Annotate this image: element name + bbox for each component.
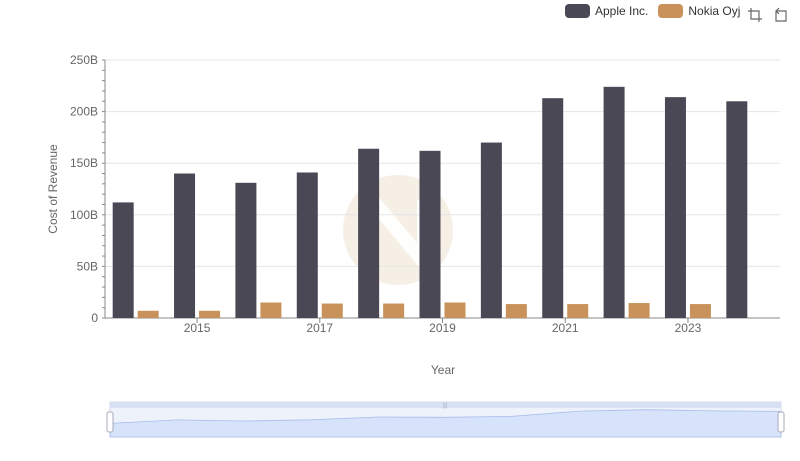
restore-icon[interactable] — [773, 7, 789, 23]
bar-apple-2014 — [112, 202, 134, 318]
legend-item-apple[interactable]: Apple Inc. — [565, 4, 648, 18]
bar-apple-2017 — [296, 172, 318, 318]
bar-nokia-2014 — [137, 310, 159, 318]
bar-nokia-2022 — [628, 303, 650, 318]
bar-nokia-2016 — [260, 302, 282, 318]
y-axis: 0 50B 100B 150B 200B 250B — [70, 53, 106, 325]
bar-apple-2019 — [419, 150, 441, 318]
bar-nokia-2017 — [321, 303, 343, 318]
x-tick-label: 2021 — [552, 321, 579, 335]
bars — [112, 86, 748, 319]
bar-nokia-2015 — [199, 310, 221, 318]
toolbox — [747, 7, 799, 23]
bar-apple-2022 — [603, 86, 625, 318]
x-axis: 2015 2017 2019 2021 2023 — [105, 317, 780, 335]
legend-swatch-nokia — [658, 4, 684, 18]
x-tick-label: 2019 — [429, 321, 456, 335]
bar-nokia-2019 — [444, 302, 466, 318]
bar-nokia-2018 — [383, 303, 405, 318]
y-tick-label: 250B — [70, 53, 98, 67]
x-tick-label: 2017 — [306, 321, 333, 335]
bar-apple-2024 — [726, 101, 748, 318]
y-tick-label: 150B — [70, 156, 98, 170]
chart: 0 50B 100B 150B 200B 250B 2015 2017 2019 2021 202… — [46, 53, 785, 438]
zoom-grip-icon[interactable]: ||| — [443, 403, 448, 409]
bar-apple-2016 — [235, 182, 257, 318]
legend-label-apple: Apple Inc. — [595, 4, 649, 18]
y-tick-label: 0 — [91, 311, 98, 325]
bar-apple-2015 — [174, 173, 196, 318]
bar-apple-2021 — [542, 98, 564, 319]
bar-apple-2023 — [664, 97, 686, 318]
bar-apple-2018 — [358, 148, 380, 318]
zoom-right-handle[interactable] — [777, 411, 785, 433]
x-tick-label: 2015 — [184, 321, 211, 335]
y-tick-label: 100B — [70, 208, 98, 222]
zoom-left-handle[interactable] — [106, 411, 114, 433]
y-axis-label: Cost of Revenue — [46, 144, 60, 234]
data-zoom-slider[interactable]: ||| — [106, 401, 785, 438]
legend-item-nokia[interactable]: Nokia Oyj — [658, 4, 740, 18]
bar-apple-2020 — [480, 142, 502, 318]
bar-nokia-2021 — [567, 304, 589, 318]
x-axis-label: Year — [431, 363, 455, 377]
x-tick-label: 2023 — [675, 321, 702, 335]
legend-label-nokia: Nokia Oyj — [688, 4, 741, 18]
y-tick-label: 200B — [70, 105, 98, 119]
zoom-icon[interactable] — [747, 7, 763, 23]
bar-nokia-2020 — [505, 304, 527, 318]
y-tick-label: 50B — [77, 259, 98, 273]
legend-swatch-apple — [565, 4, 590, 18]
legend: Apple Inc. Nokia Oyj — [565, 4, 750, 18]
bar-nokia-2023 — [689, 304, 711, 318]
